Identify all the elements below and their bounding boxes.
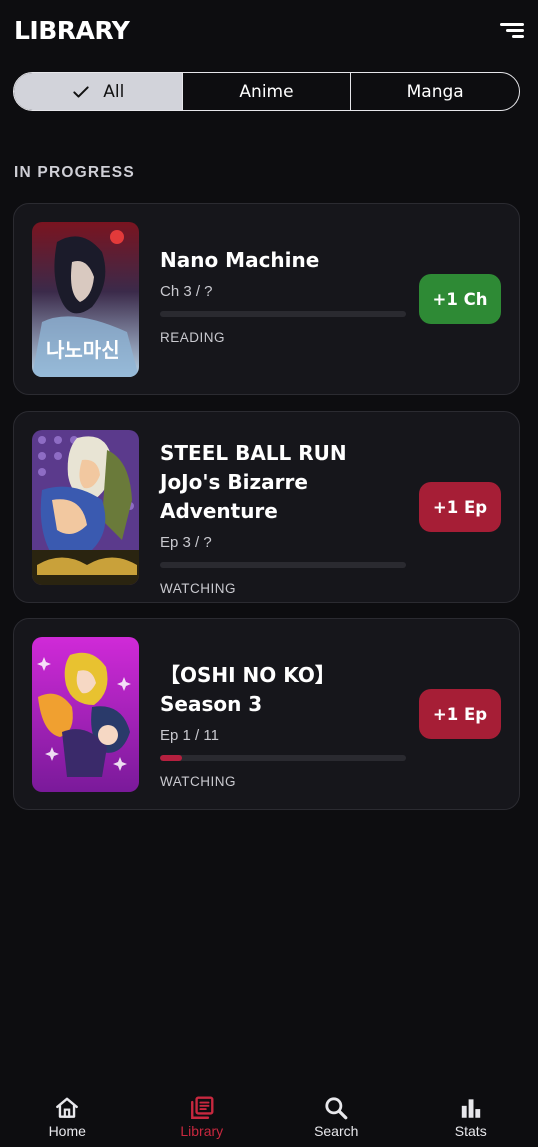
- progress-bar-fill: [160, 755, 183, 761]
- increment-episode-button[interactable]: +1 Ep: [419, 689, 501, 739]
- filter-manga[interactable]: Manga: [350, 73, 519, 110]
- item-status: WATCHING: [160, 774, 236, 789]
- library-item-card[interactable]: 【OSHI NO KO】Season 3 Ep 1 / 11 WATCHING …: [13, 618, 520, 810]
- sort-icon[interactable]: [498, 19, 524, 41]
- nav-label-stats: Stats: [454, 1123, 487, 1139]
- page-title: LIBRARY: [14, 15, 130, 45]
- checkmark-icon: [73, 85, 89, 98]
- item-progress-text: Ep 1 / 11: [160, 727, 219, 744]
- item-status: WATCHING: [160, 581, 236, 596]
- item-title: STEEL BALL RUN JoJo's Bizarre Adventure: [160, 441, 347, 523]
- nav-label-home: Home: [48, 1123, 86, 1139]
- library-screen: LIBRARY All Anime Manga IN PROGRESS 나노마신…: [0, 0, 538, 1147]
- filter-manga-label: Manga: [406, 81, 464, 102]
- item-info: STEEL BALL RUN JoJo's Bizarre Adventure …: [160, 439, 406, 596]
- nav-item-home[interactable]: Home: [0, 1087, 135, 1147]
- nav-label-search: Search: [314, 1123, 359, 1139]
- library-icon: [190, 1096, 214, 1119]
- progress-bar: [160, 755, 406, 761]
- nav-item-search[interactable]: Search: [269, 1087, 404, 1147]
- item-title: Nano Machine: [160, 248, 320, 272]
- home-icon: [56, 1097, 79, 1118]
- library-item-card[interactable]: STEEL BALL RUN JoJo's Bizarre Adventure …: [13, 411, 520, 603]
- library-item-card[interactable]: 나노마신 Nano Machine Ch 3 / ? READING +1 Ch: [13, 203, 520, 395]
- item-info: 【OSHI NO KO】Season 3 Ep 1 / 11 WATCHING: [160, 661, 406, 789]
- progress-bar: [160, 311, 406, 317]
- cover-image: [32, 637, 139, 792]
- item-title: 【OSHI NO KO】Season 3: [160, 663, 335, 716]
- cover-image: [32, 430, 139, 585]
- item-status: READING: [160, 330, 226, 345]
- header: LIBRARY: [14, 14, 524, 46]
- cover-image: 나노마신: [32, 222, 139, 377]
- nav-label-library: Library: [180, 1123, 224, 1139]
- search-icon: [325, 1097, 348, 1120]
- stats-icon: [461, 1099, 480, 1118]
- filter-all-label: All: [103, 81, 125, 102]
- item-info: Nano Machine Ch 3 / ? READING: [160, 246, 406, 345]
- increment-episode-button[interactable]: +1 Ep: [419, 482, 501, 532]
- svg-text:나노마신: 나노마신: [46, 338, 120, 362]
- media-type-filter: All Anime Manga: [13, 72, 520, 111]
- nav-item-library[interactable]: Library: [135, 1087, 270, 1147]
- filter-all[interactable]: All: [14, 73, 182, 110]
- filter-anime-label: Anime: [239, 81, 294, 102]
- bottom-nav: Home Library Search Stats: [0, 1087, 538, 1147]
- progress-bar: [160, 562, 406, 568]
- filter-anime[interactable]: Anime: [181, 73, 351, 110]
- nav-item-stats[interactable]: Stats: [404, 1087, 538, 1147]
- item-progress-text: Ep 3 / ?: [160, 534, 212, 551]
- section-title: IN PROGRESS: [14, 164, 135, 181]
- item-progress-text: Ch 3 / ?: [160, 283, 213, 300]
- increment-chapter-button[interactable]: +1 Ch: [419, 274, 501, 324]
